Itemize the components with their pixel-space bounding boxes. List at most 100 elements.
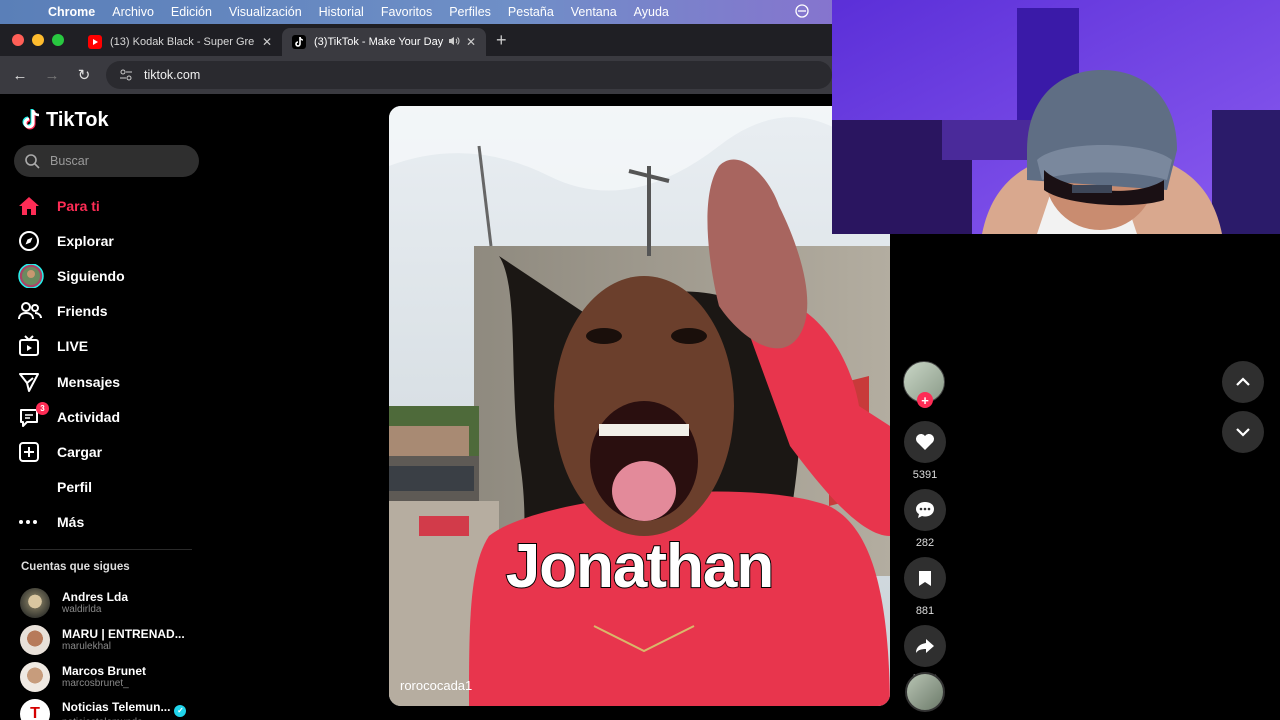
menu-historial[interactable]: Historial: [319, 5, 364, 19]
like-count: 5391: [912, 469, 938, 481]
menu-favoritos[interactable]: Favoritos: [381, 5, 432, 19]
sidebar-nav: Para ti Explorar Siguiendo Friends LIVE …: [18, 188, 198, 540]
activity-badge: 3: [36, 401, 49, 415]
following-account[interactable]: T Noticias Telemun...✓noticiastelemundo: [20, 695, 205, 720]
next-video-button[interactable]: [1222, 411, 1264, 453]
sidebar-item-label: Cargar: [57, 443, 103, 460]
comment-icon[interactable]: [904, 489, 946, 531]
sidebar-item-label: Friends: [57, 303, 108, 320]
menu-ventana[interactable]: Ventana: [571, 5, 617, 19]
menu-app-name[interactable]: Chrome: [48, 5, 95, 19]
previous-video-button[interactable]: [1222, 361, 1264, 403]
sidebar-divider: [20, 549, 192, 550]
bookmark-icon[interactable]: [904, 557, 946, 599]
sidebar-item-para-ti[interactable]: Para ti: [18, 188, 198, 223]
status-menu-icon[interactable]: [794, 4, 810, 21]
menu-pestana[interactable]: Pestaña: [508, 5, 554, 19]
screen: Chrome Archivo Edición Visualización His…: [0, 0, 1280, 720]
brand-name: TikTok: [46, 108, 109, 131]
tiktok-note-icon: [22, 109, 40, 130]
account-handle: noticiastelemundo: [62, 717, 186, 720]
avatar: [20, 624, 50, 655]
heart-icon[interactable]: [904, 421, 946, 463]
search-placeholder: Buscar: [50, 154, 89, 168]
comment-action[interactable]: 282: [903, 489, 947, 549]
close-tab-icon[interactable]: ✕: [262, 35, 272, 49]
tab-title: (3)TikTok - Make Your Day: [314, 36, 444, 48]
follow-plus-icon[interactable]: +: [917, 392, 933, 408]
new-tab-button[interactable]: +: [496, 30, 507, 51]
reload-icon[interactable]: ↻: [72, 66, 96, 84]
close-window-button[interactable]: [12, 34, 24, 46]
tab-tiktok[interactable]: (3)TikTok - Make Your Day ✕: [282, 28, 486, 56]
video-author-handle[interactable]: rorococada1: [400, 678, 472, 693]
sidebar-item-cargar[interactable]: Cargar: [18, 434, 198, 469]
following-account[interactable]: Andres Lda waldirlda: [20, 584, 205, 621]
sidebar-item-mas[interactable]: Más: [18, 505, 198, 540]
video-player[interactable]: Jonathan rorococada1: [389, 106, 890, 706]
account-name: Andres Lda: [62, 590, 129, 604]
comment-count: 282: [915, 537, 935, 549]
sidebar-item-siguiendo[interactable]: Siguiendo: [18, 258, 198, 293]
speaker-icon[interactable]: [448, 36, 460, 49]
minimize-window-button[interactable]: [32, 34, 44, 46]
menu-edicion[interactable]: Edición: [171, 5, 212, 19]
menu-visualizacion[interactable]: Visualización: [229, 5, 302, 19]
youtube-icon: [88, 35, 102, 49]
verified-icon: ✓: [174, 704, 187, 717]
sidebar-item-label: Explorar: [57, 232, 114, 249]
following-account[interactable]: MARU | ENTRENAD... marulekhal: [20, 621, 205, 658]
menu-ayuda[interactable]: Ayuda: [634, 5, 669, 19]
tiktok-icon: [292, 35, 306, 49]
sidebar-item-explorar[interactable]: Explorar: [18, 223, 198, 258]
sidebar-item-actividad[interactable]: 3 Actividad: [18, 399, 198, 434]
activity-icon: 3: [18, 401, 49, 429]
share-icon[interactable]: [904, 625, 946, 667]
sidebar-item-live[interactable]: LIVE: [18, 329, 198, 364]
back-arrow-icon[interactable]: ←: [8, 67, 32, 84]
compass-icon: [18, 229, 46, 253]
account-handle: marulekhal: [62, 641, 111, 652]
address-bar[interactable]: tiktok.com: [106, 61, 832, 89]
url-text: tiktok.com: [144, 68, 201, 82]
following-avatar-icon: [18, 263, 46, 288]
browser-toolbar: ← → ↻ tiktok.com: [0, 56, 832, 94]
window-controls: [12, 34, 64, 46]
like-action[interactable]: 5391: [903, 421, 947, 481]
send-icon: [18, 370, 46, 394]
sidebar-item-label: Más: [57, 514, 85, 531]
account-handle: waldirlda: [62, 604, 102, 615]
save-action[interactable]: 881: [903, 557, 947, 617]
chevron-down-icon: [1236, 428, 1250, 437]
creator-avatar[interactable]: +: [903, 361, 945, 408]
close-tab-icon[interactable]: ✕: [466, 35, 476, 49]
following-heading: Cuentas que sigues: [21, 561, 130, 573]
music-disc-avatar[interactable]: [905, 672, 945, 712]
tiktok-logo[interactable]: TikTok: [20, 108, 109, 132]
site-settings-icon[interactable]: [118, 67, 134, 83]
video-frame: [389, 106, 890, 706]
search-input[interactable]: Buscar: [14, 145, 199, 177]
sidebar-item-label: Siguiendo: [57, 267, 125, 284]
menu-archivo[interactable]: Archivo: [112, 5, 154, 19]
account-name: Marcos Brunet: [62, 664, 147, 678]
account-name: MARU | ENTRENAD...: [62, 627, 185, 641]
forward-arrow-icon[interactable]: →: [40, 67, 64, 84]
sidebar-item-label: Para ti: [57, 197, 100, 214]
following-account[interactable]: Marcos Brunet marcosbrunet_: [20, 658, 205, 695]
webcam-overlay: [832, 0, 1280, 234]
sidebar-item-mensajes[interactable]: Mensajes: [18, 364, 198, 399]
menu-perfiles[interactable]: Perfiles: [449, 5, 491, 19]
sidebar-item-label: Mensajes: [57, 373, 121, 390]
tab-title: (13) Kodak Black - Super Gre: [110, 36, 255, 48]
tab-youtube[interactable]: (13) Kodak Black - Super Gre ✕: [78, 28, 282, 56]
browser-tabbar: (13) Kodak Black - Super Gre ✕ (3)TikTok…: [0, 24, 832, 56]
sidebar-item-perfil[interactable]: Perfil: [18, 470, 198, 505]
webcam-frame: [832, 0, 1280, 234]
sidebar-item-label: LIVE: [57, 338, 89, 355]
profile-icon: [18, 475, 46, 499]
account-handle: marcosbrunet_: [62, 678, 129, 689]
zoom-window-button[interactable]: [52, 34, 64, 46]
avatar: [20, 587, 50, 618]
sidebar-item-friends[interactable]: Friends: [18, 294, 198, 329]
